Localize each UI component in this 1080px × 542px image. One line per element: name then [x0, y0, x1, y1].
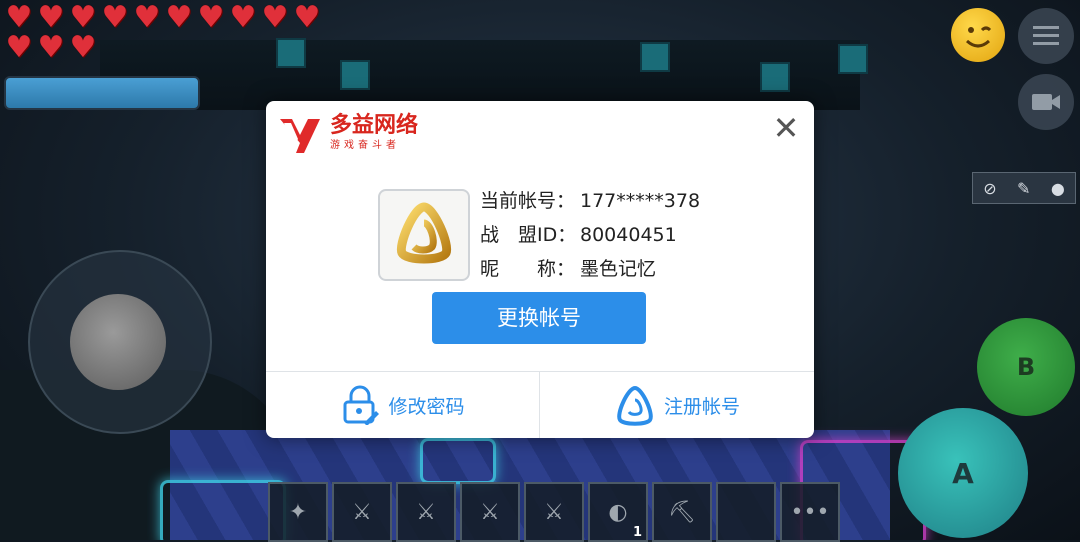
heart-icon: ♥: [165, 0, 193, 35]
heart-icon: ♥: [37, 0, 65, 35]
account-info-row: 昵 称： 墨色记忆: [480, 254, 700, 288]
heart-icon: ♥: [5, 0, 33, 35]
info-value: 墨色记忆: [580, 258, 657, 280]
heart-icon: ♥: [293, 0, 321, 35]
heart-icon: ♥: [5, 30, 33, 65]
heart-icon: ♥: [133, 0, 161, 35]
ice-block: [838, 44, 868, 74]
account-info-row: 当前帐号： 177*****378: [480, 186, 700, 220]
heart-icon: ♥: [37, 30, 65, 65]
account-info-row: 战 盟ID： 80040451: [480, 220, 700, 254]
video-camera-icon: [1032, 94, 1060, 110]
a-button-label: A: [952, 456, 974, 490]
menu-button[interactable]: [1018, 8, 1074, 64]
hotbar: ✦ ⚔ ⚔ ⚔ ⚔ ◐ 1 ⛏ •••: [268, 482, 840, 542]
more-icon: •••: [790, 499, 830, 525]
lock-edit-icon: [343, 385, 380, 425]
pickaxe-icon: ⛏: [668, 499, 696, 525]
smiley-icon: [965, 26, 992, 48]
gold-triangle-ring-icon: [396, 202, 452, 264]
hamburger-icon: [1033, 26, 1059, 45]
logo-subtitle: 游戏奋斗者: [330, 140, 400, 151]
info-label: 当前帐号：: [480, 190, 576, 212]
triangle-knot-icon: [617, 385, 653, 426]
record-button[interactable]: [1018, 74, 1074, 130]
chat-bubble-icon[interactable]: ●: [1051, 179, 1065, 198]
switch-account-button[interactable]: 更换帐号: [432, 292, 646, 344]
avatar: [378, 189, 470, 281]
mute-mic-icon[interactable]: ✎: [1017, 179, 1030, 198]
hotbar-slot[interactable]: ⚔: [524, 482, 584, 542]
heart-icon: ♥: [101, 0, 129, 35]
heart-icon: ♥: [197, 0, 225, 35]
joystick-knob[interactable]: [70, 294, 166, 390]
golden-sword-icon: ⚔: [352, 499, 372, 525]
item-count: 1: [632, 525, 642, 540]
hotbar-slot[interactable]: [716, 482, 776, 542]
change-password-label: 修改密码: [388, 395, 465, 418]
register-account-button[interactable]: 注册帐号: [540, 372, 814, 438]
ice-block: [340, 60, 370, 90]
hotbar-slot[interactable]: ⚔: [332, 482, 392, 542]
heart-icon: ♥: [261, 0, 289, 35]
b-action-button[interactable]: B: [977, 318, 1075, 416]
change-password-button[interactable]: 修改密码: [266, 372, 539, 438]
hotbar-slot[interactable]: •••: [780, 482, 840, 542]
hotbar-slot[interactable]: ✦: [268, 482, 328, 542]
mute-voice-icon[interactable]: ⊘: [983, 179, 996, 198]
close-icon[interactable]: ✕: [770, 112, 802, 144]
info-label: 战 盟ID：: [480, 224, 577, 246]
red-crescent-icon: ◐: [608, 499, 628, 525]
emote-button[interactable]: [951, 8, 1005, 62]
ice-block: [760, 62, 790, 92]
glowing-block: [420, 438, 496, 484]
experience-bar: [4, 76, 200, 110]
register-account-label: 注册帐号: [663, 395, 740, 418]
account-info: 当前帐号： 177*****378 战 盟ID： 80040451 昵 称： 墨色记忆: [480, 186, 700, 288]
hotbar-slot[interactable]: ◐ 1: [588, 482, 648, 542]
hotbar-slot[interactable]: ⛏: [652, 482, 712, 542]
ice-block: [640, 42, 670, 72]
health-hearts: ♥ ♥ ♥ ♥ ♥ ♥ ♥ ♥ ♥ ♥ ♥ ♥ ♥: [4, 0, 334, 65]
crystal-sword-icon: ⚔: [480, 499, 500, 525]
info-label: 昵 称：: [480, 258, 576, 280]
info-value: 177*****378: [580, 190, 701, 212]
info-value: 80040451: [580, 224, 677, 246]
logo-title: 多益网络: [330, 113, 419, 138]
heart-icon: ♥: [69, 0, 97, 35]
hotbar-slot[interactable]: ⚔: [460, 482, 520, 542]
ice-sword-icon: ⚔: [544, 499, 564, 525]
hotbar-slot[interactable]: ⚔: [396, 482, 456, 542]
chat-toolbar: ⊘ ✎ ●: [972, 172, 1076, 204]
duoyi-y-logo-icon: [278, 113, 322, 157]
duoyi-logo: 多益网络 游戏奋斗者: [278, 113, 418, 157]
heart-icon: ♥: [229, 0, 257, 35]
heart-icon: ♥: [69, 30, 97, 65]
purple-blade-icon: ⚔: [416, 499, 436, 525]
shuriken-icon: ✦: [288, 499, 308, 525]
b-button-label: B: [1016, 353, 1036, 381]
a-action-button[interactable]: A: [898, 408, 1028, 538]
